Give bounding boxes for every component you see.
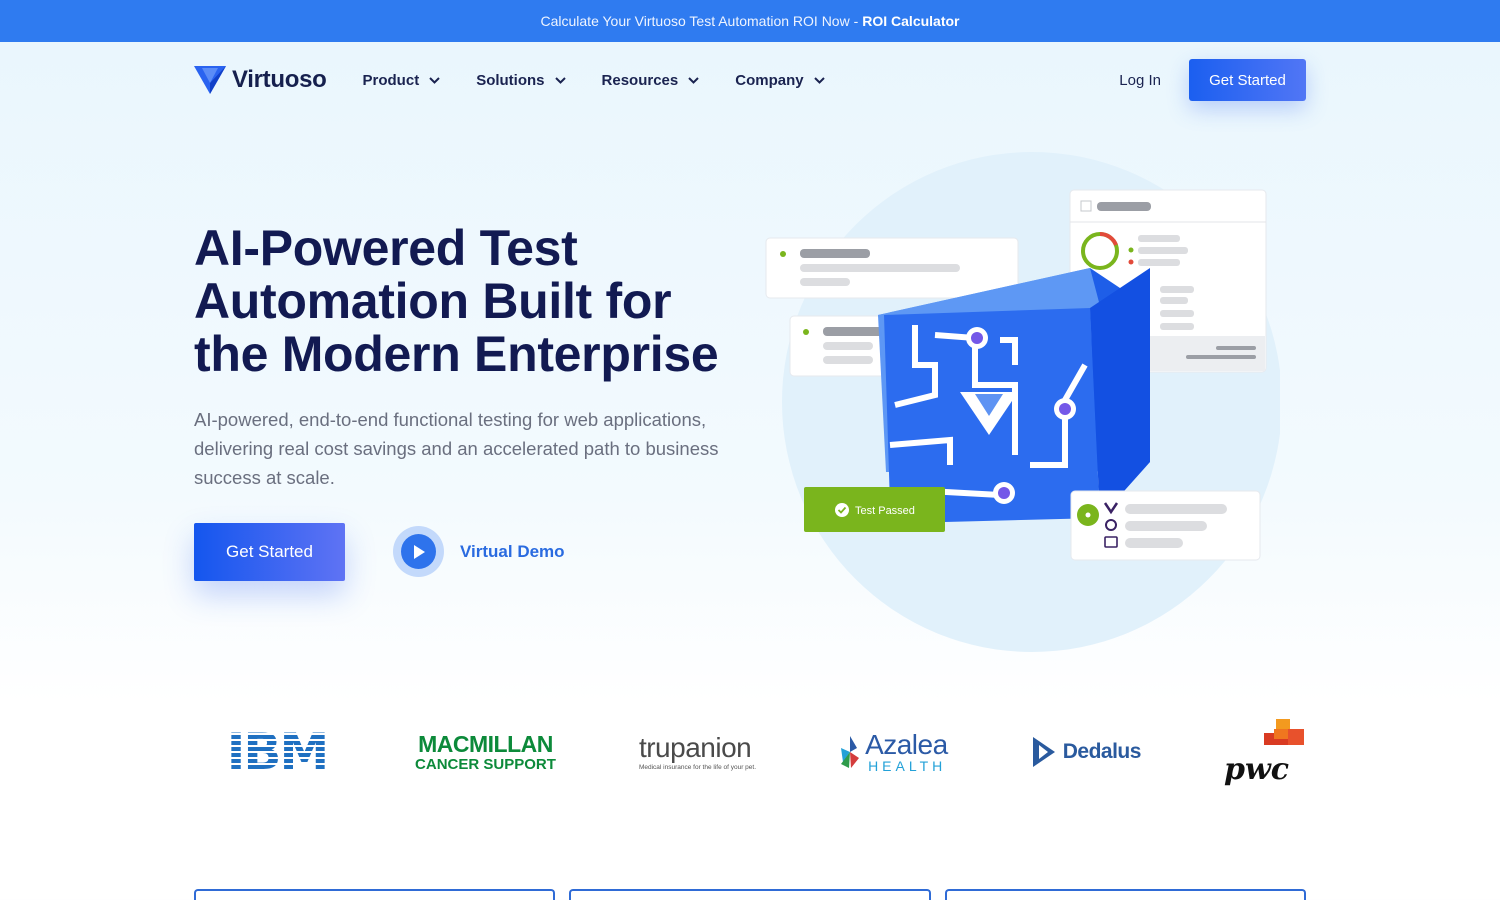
- nav-item-company[interactable]: Company: [735, 71, 825, 89]
- nav-item-product[interactable]: Product: [363, 72, 441, 89]
- macmillan-tagline: CANCER SUPPORT: [415, 755, 556, 773]
- play-button[interactable]: [393, 526, 444, 577]
- chevron-down-icon: [813, 76, 825, 84]
- nav-item-resources[interactable]: Resources: [602, 72, 700, 89]
- dedalus-mark-icon: [1032, 737, 1055, 767]
- client-logos: IBM MACMILLAN CANCER SUPPORT trupanion M…: [194, 712, 1306, 792]
- virtuoso-logo-icon: [194, 66, 226, 94]
- virtual-demo-label: Virtual Demo: [460, 541, 565, 561]
- dedalus-wordmark: Dedalus: [1062, 740, 1142, 763]
- brand-logo[interactable]: Virtuoso: [194, 66, 327, 94]
- nav-actions: Log In Get Started: [1119, 59, 1306, 101]
- pwc-logo: pwc: [1224, 717, 1306, 787]
- ui-card-bottom-right: [1070, 490, 1261, 561]
- pwc-wordmark: pwc: [1223, 752, 1290, 787]
- ui-card-top-left: [765, 237, 1019, 299]
- brand-name: Virtuoso: [232, 66, 327, 93]
- ibm-wordmark: IBM: [222, 723, 332, 781]
- nav-item-label: Solutions: [476, 71, 545, 89]
- azalea-flower-icon: [841, 736, 860, 768]
- dedalus-logo: Dedalus: [1031, 712, 1141, 792]
- azalea-wordmark: Azalea: [865, 729, 948, 760]
- announcement-text: Calculate Your Virtuoso Test Automation …: [540, 13, 859, 29]
- macmillan-wordmark: MACMILLAN: [418, 730, 553, 757]
- ibm-logo: IBM: [194, 712, 332, 792]
- test-passed-label: Test Passed: [855, 505, 915, 517]
- hero-title: AI-Powered Test Automation Built for the…: [194, 220, 719, 382]
- nav-item-label: Product: [362, 71, 420, 89]
- chevron-down-icon: [554, 76, 566, 84]
- chevron-down-icon: [429, 76, 440, 84]
- v-cube: [878, 268, 1150, 522]
- feature-card-2: [569, 889, 931, 900]
- nav-menu: Product Solutions Resources Company: [363, 72, 825, 89]
- azalea-subtitle: HEALTH: [868, 758, 947, 774]
- chevron-down-icon: [688, 76, 699, 84]
- nav-item-label: Resources: [601, 71, 679, 89]
- announcement-bar: Calculate Your Virtuoso Test Automation …: [0, 0, 1500, 42]
- hero-subtitle: AI-powered, end-to-end functional testin…: [194, 409, 719, 488]
- hero-get-started-button[interactable]: Get Started: [194, 523, 345, 581]
- nav-item-label: Company: [735, 71, 804, 89]
- azalea-health-logo: Azalea HEALTH: [839, 712, 948, 792]
- main-nav: Virtuoso Product Solutions Resources Com…: [194, 58, 1306, 102]
- feature-card-3: [945, 889, 1306, 900]
- feature-card-1: [194, 889, 555, 900]
- trupanion-tagline: Medical insurance for the life of your p…: [638, 763, 757, 771]
- trupanion-logo: trupanion Medical insurance for the life…: [639, 712, 756, 792]
- play-icon: [413, 544, 425, 559]
- login-link[interactable]: Log In: [1119, 72, 1161, 89]
- trupanion-wordmark: trupanion: [638, 731, 752, 763]
- hero-illustration: Test Passed: [760, 150, 1282, 655]
- test-automation-illustration: Test Passed: [765, 152, 1282, 652]
- roi-calculator-link[interactable]: ROI Calculator: [862, 13, 959, 29]
- macmillan-logo: MACMILLAN CANCER SUPPORT: [415, 712, 556, 792]
- virtual-demo-link[interactable]: Virtual Demo: [393, 526, 565, 577]
- nav-get-started-button[interactable]: Get Started: [1189, 59, 1306, 101]
- nav-item-solutions[interactable]: Solutions: [476, 71, 566, 89]
